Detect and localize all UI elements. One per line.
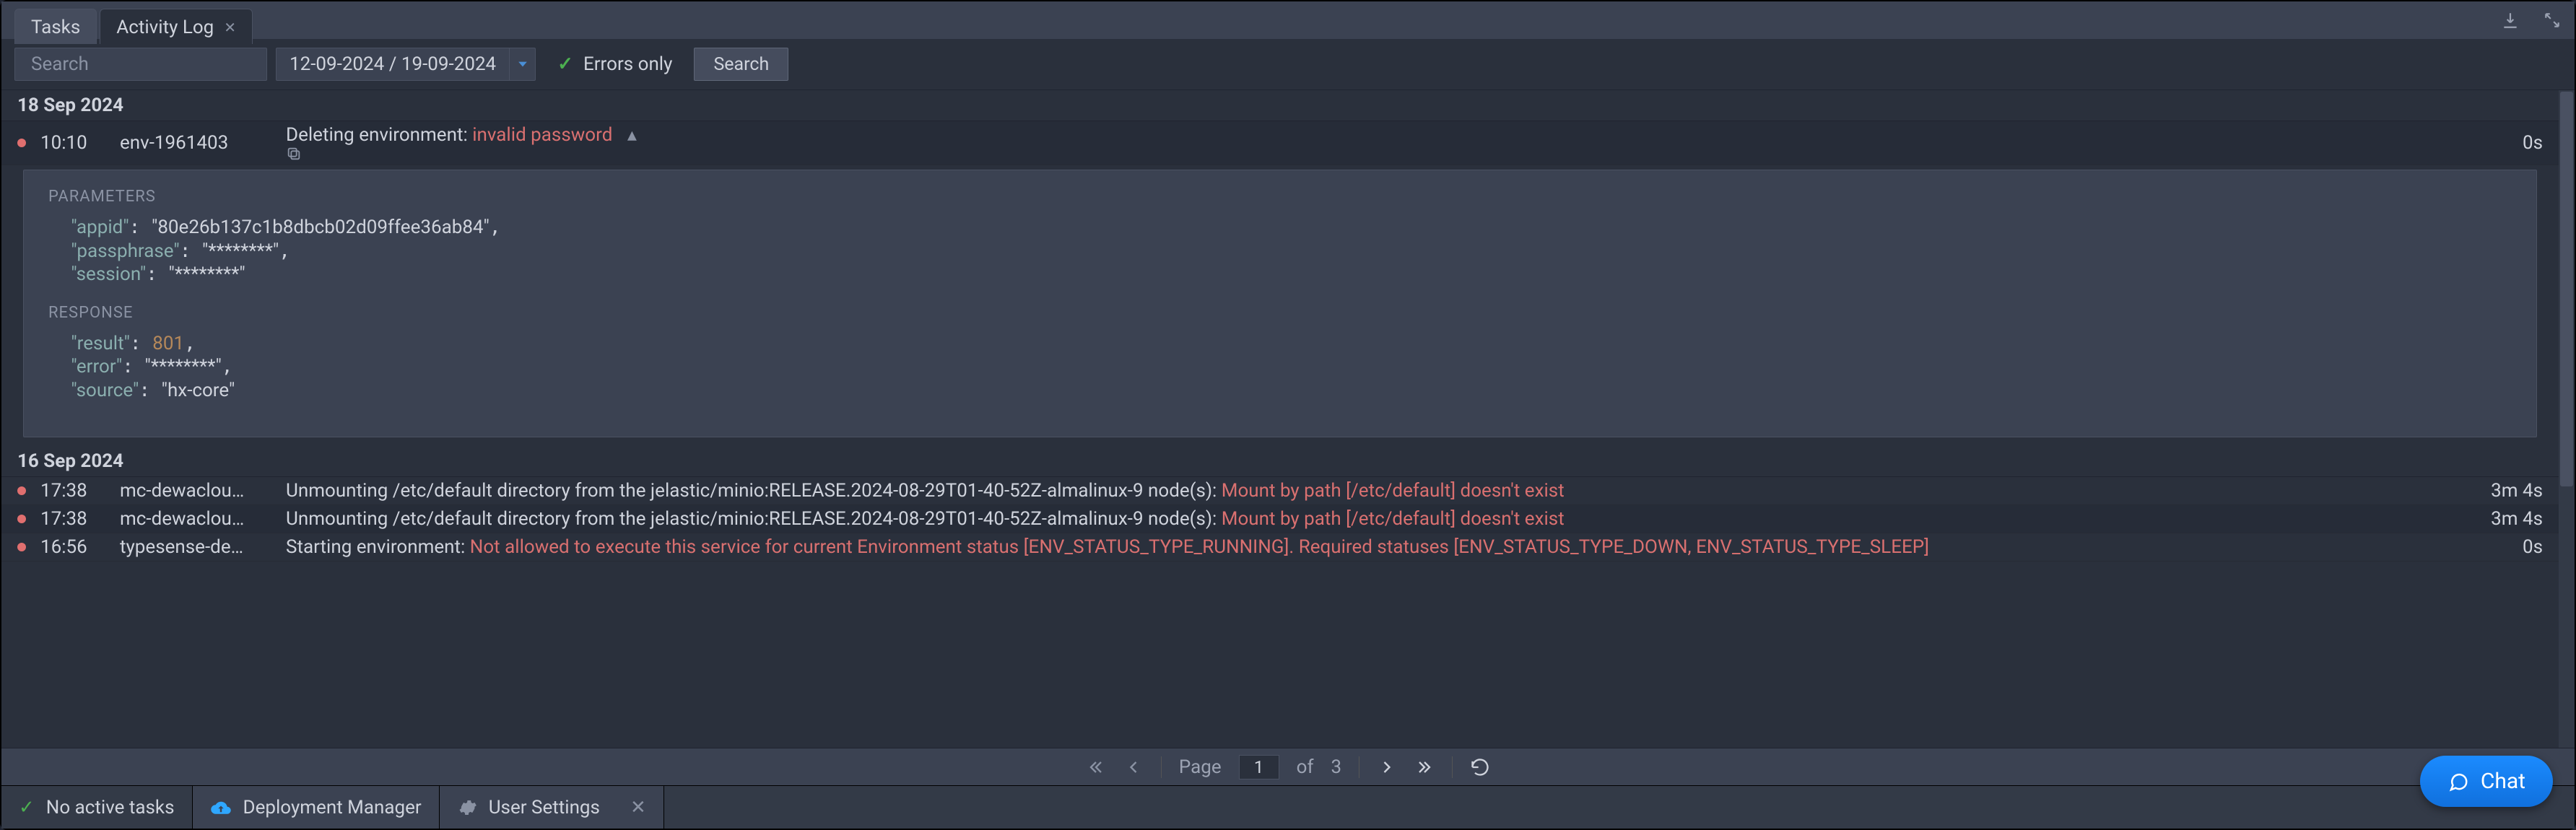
log-time: 16:56 — [40, 536, 105, 558]
error-dot-icon — [17, 139, 26, 147]
search-button[interactable]: Search — [694, 48, 788, 81]
refresh-button[interactable] — [1470, 757, 1490, 777]
download-icon[interactable] — [2501, 11, 2520, 30]
log-scroll-area[interactable]: 18 Sep 2024 10:10 env-1961403 Deleting e… — [1, 90, 2559, 748]
response-block: "result": 801, "error": "********", "sou… — [48, 332, 2512, 403]
date-group-header: 16 Sep 2024 — [1, 446, 2559, 477]
tab-tasks[interactable]: Tasks — [14, 9, 97, 44]
log-time: 17:38 — [40, 480, 105, 502]
log-row[interactable]: 10:10 env-1961403 Deleting environment: … — [1, 121, 2559, 165]
search-box[interactable] — [14, 48, 267, 81]
response-heading: RESPONSE — [48, 304, 2512, 322]
separator — [1452, 756, 1453, 778]
log-duration: 0s — [2456, 132, 2543, 154]
parameters-block: "appid": "80e26b137c1b8dbcb02d09ffee36ab… — [48, 216, 2512, 287]
log-error-text: Mount by path [/etc/default] doesn't exi… — [1222, 480, 1565, 502]
log-body: 18 Sep 2024 10:10 env-1961403 Deleting e… — [1, 90, 2575, 748]
user-settings-label: User Settings — [489, 797, 600, 818]
errors-only-label: Errors only — [583, 53, 672, 75]
deployment-manager-pane[interactable]: Deployment Manager — [193, 786, 440, 829]
log-env: env-1961403 — [120, 132, 271, 154]
tab-label: Activity Log — [116, 17, 214, 38]
first-page-button[interactable] — [1086, 757, 1106, 777]
page-label: Page — [1179, 756, 1222, 778]
log-duration: 0s — [2456, 536, 2543, 558]
window-bar — [1, 1, 2575, 39]
log-message: Starting environment: Not allowed to exe… — [286, 536, 2442, 558]
error-dot-icon — [17, 486, 26, 495]
log-duration: 3m 4s — [2456, 508, 2543, 530]
date-group-header: 18 Sep 2024 — [1, 90, 2559, 121]
total-pages: 3 — [1331, 756, 1342, 778]
status-bar: ✓ No active tasks Deployment Manager Use… — [1, 785, 2575, 829]
user-settings-pane[interactable]: User Settings ✕ — [440, 786, 664, 829]
parameters-heading: PARAMETERS — [48, 188, 2512, 206]
chat-label: Chat — [2481, 769, 2525, 794]
copy-icon[interactable] — [286, 146, 2442, 162]
tasks-status: No active tasks — [46, 797, 175, 818]
log-error-text: Mount by path [/etc/default] doesn't exi… — [1222, 508, 1565, 530]
gear-icon — [457, 798, 477, 818]
chat-button[interactable]: Chat — [2420, 756, 2553, 807]
log-time: 17:38 — [40, 508, 105, 530]
log-row[interactable]: 17:38 mc-dewaclou… Unmounting /etc/defau… — [1, 477, 2559, 505]
errors-only-toggle[interactable]: ✓ Errors only — [544, 48, 685, 81]
prev-page-button[interactable] — [1123, 757, 1144, 777]
check-icon: ✓ — [557, 53, 573, 75]
date-range-value: 12-09-2024 / 19-09-2024 — [277, 53, 509, 75]
tabs: Tasks Activity Log ✕ — [14, 9, 256, 44]
tab-activity-log[interactable]: Activity Log ✕ — [100, 9, 253, 44]
log-error-text: Not allowed to execute this service for … — [470, 536, 1929, 558]
error-dot-icon — [17, 515, 26, 523]
page-input[interactable] — [1239, 755, 1279, 779]
log-env: typesense-de… — [120, 536, 271, 558]
chevron-down-icon[interactable] — [509, 48, 535, 80]
log-message: Unmounting /etc/default directory from t… — [286, 480, 2442, 502]
fullscreen-icon[interactable] — [2543, 11, 2562, 30]
log-env: mc-dewaclou… — [120, 480, 271, 502]
deployment-manager-label: Deployment Manager — [243, 797, 422, 818]
log-row[interactable]: 16:56 typesense-de… Starting environment… — [1, 533, 2559, 562]
scrollbar-thumb[interactable] — [2560, 92, 2573, 486]
log-details-panel: PARAMETERS "appid": "80e26b137c1b8dbcb02… — [23, 170, 2537, 437]
separator — [1161, 756, 1162, 778]
tasks-pane[interactable]: ✓ No active tasks — [1, 786, 193, 829]
chat-icon — [2447, 771, 2469, 792]
log-row[interactable]: 17:38 mc-dewaclou… Unmounting /etc/defau… — [1, 505, 2559, 533]
log-error-text: invalid password — [472, 124, 612, 146]
last-page-button[interactable] — [1414, 757, 1435, 777]
check-icon: ✓ — [19, 797, 35, 818]
pager: Page of 3 — [1, 748, 2575, 785]
cloud-upload-icon — [210, 797, 232, 818]
log-message: Deleting environment: invalid password ▴ — [286, 124, 2442, 162]
scrollbar[interactable] — [2559, 90, 2575, 748]
next-page-button[interactable] — [1377, 757, 1397, 777]
search-input[interactable] — [30, 53, 274, 76]
log-message: Unmounting /etc/default directory from t… — [286, 508, 2442, 530]
error-dot-icon — [17, 543, 26, 551]
log-env: mc-dewaclou… — [120, 508, 271, 530]
log-time: 10:10 — [40, 132, 105, 154]
chevron-up-icon[interactable]: ▴ — [627, 124, 637, 146]
tab-label: Tasks — [31, 17, 80, 38]
close-icon[interactable]: ✕ — [224, 19, 236, 36]
toolbar: 12-09-2024 / 19-09-2024 ✓ Errors only Se… — [1, 39, 2575, 90]
close-icon[interactable]: ✕ — [630, 797, 646, 818]
date-range[interactable]: 12-09-2024 / 19-09-2024 — [276, 48, 536, 81]
of-label: of — [1297, 756, 1314, 778]
log-duration: 3m 4s — [2456, 480, 2543, 502]
